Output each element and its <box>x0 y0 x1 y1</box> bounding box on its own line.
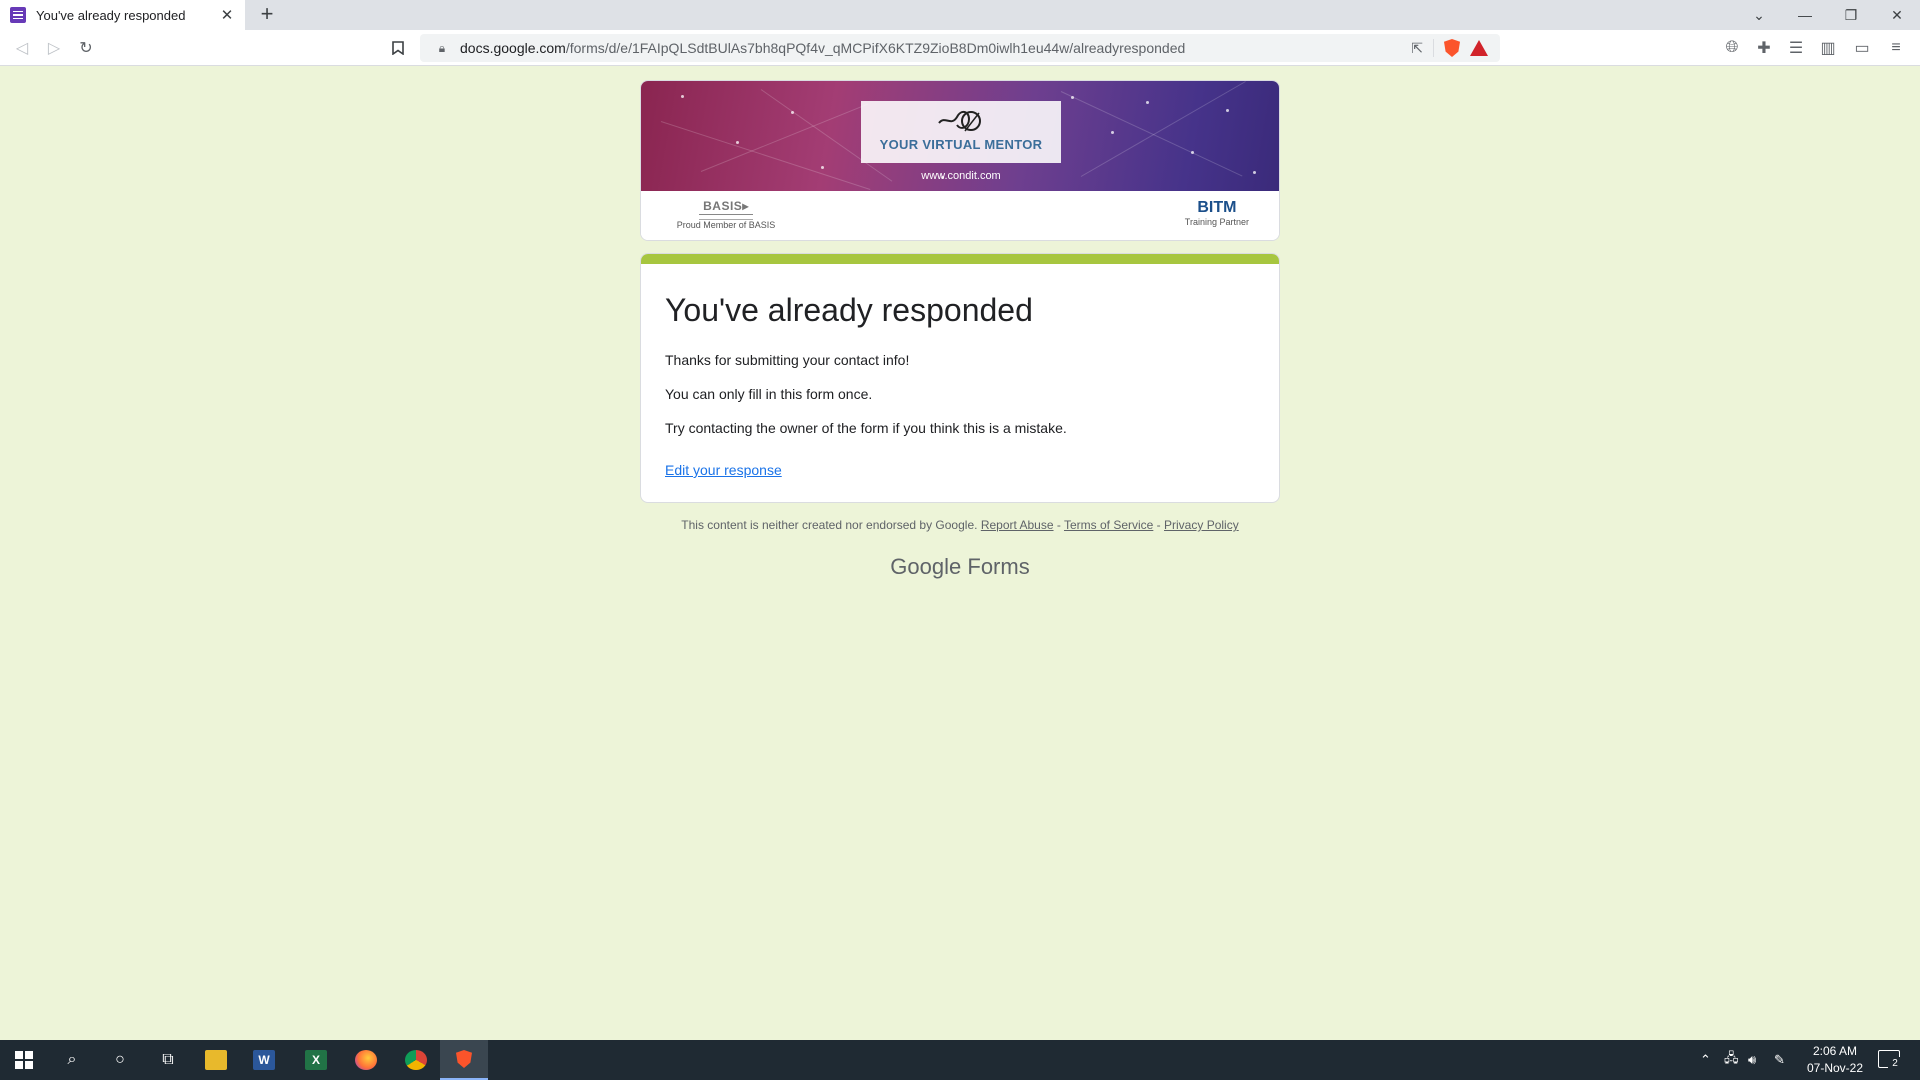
mentor-text: YOUR VIRTUAL MENTOR <box>879 137 1043 152</box>
sidebar-toggle-icon[interactable]: ▥ <box>1816 36 1840 60</box>
page-title: You've already responded <box>665 292 1033 328</box>
basis-logo-text: BASIS <box>703 199 743 213</box>
brave-taskbar-icon[interactable] <box>440 1040 488 1080</box>
tab-search-icon[interactable]: ⌄ <box>1736 0 1782 30</box>
basis-caption: Proud Member of BASIS <box>676 220 776 230</box>
reload-button[interactable]: ↻ <box>74 36 98 60</box>
google-forms-logo[interactable]: Google Forms <box>640 554 1280 580</box>
restore-button[interactable]: ❐ <box>1828 0 1874 30</box>
new-tab-button[interactable]: + <box>255 3 279 27</box>
bitm-caption: Training Partner <box>1184 217 1249 227</box>
mentor-logo-box: YOUR VIRTUAL MENTOR <box>861 101 1061 163</box>
footer-sep: - <box>1153 518 1165 532</box>
forward-button[interactable]: ▷ <box>42 36 66 60</box>
bitm-logo: BITM Training Partner <box>1185 199 1249 227</box>
windows-logo-icon <box>15 1051 33 1069</box>
terms-of-service-link[interactable]: Terms of Service <box>1064 518 1153 532</box>
thanks-message: Thanks for submitting your contact info! <box>665 352 910 368</box>
card-accent-bar <box>641 254 1279 264</box>
brave-shields-icon[interactable] <box>1444 39 1460 57</box>
volume-icon[interactable]: 🔊︎ <box>1748 1040 1756 1080</box>
wallet-icon[interactable]: ▭ <box>1850 36 1874 60</box>
google-forms-favicon-icon <box>10 7 26 23</box>
network-icon[interactable]: 🖧︎ <box>1724 1040 1739 1080</box>
tab-title: You've already responded <box>36 7 186 23</box>
minimize-button[interactable]: — <box>1782 0 1828 30</box>
report-abuse-link[interactable]: Report Abuse <box>981 518 1054 532</box>
excel-icon[interactable]: X <box>292 1040 340 1080</box>
mentor-emblem-icon <box>938 111 981 132</box>
share-icon[interactable]: ⇱ <box>1411 40 1423 57</box>
brave-rewards-icon[interactable] <box>1470 40 1488 56</box>
word-icon[interactable]: W <box>240 1040 288 1080</box>
tab-close-icon[interactable]: ✕ <box>219 6 235 24</box>
basis-logo: BASIS▸ Proud Member of BASIS <box>671 197 781 230</box>
url-path: /forms/d/e/1FAIpQLSdtBUlAs7bh8qPQf4v_qMC… <box>565 40 1186 56</box>
google-wordmark: Google <box>890 554 962 579</box>
edit-response-link[interactable]: Edit your response <box>665 462 782 478</box>
header-banner-image: YOUR VIRTUAL MENTOR www.condit.com <box>641 81 1279 191</box>
footer-sep: - <box>1053 518 1064 532</box>
bookmark-icon[interactable] <box>386 36 410 60</box>
notification-count: 2 <box>1888 1057 1902 1071</box>
menu-hamburger-icon[interactable]: ≡ <box>1884 36 1908 60</box>
extensions-puzzle-icon[interactable]: ✚ <box>1752 36 1776 60</box>
task-view-icon[interactable]: ⧉ <box>144 1040 192 1080</box>
close-window-button[interactable]: ✕ <box>1874 0 1920 30</box>
disclaimer-text: This content is neither created nor endo… <box>681 518 978 532</box>
start-button[interactable] <box>0 1040 48 1080</box>
contact-owner-message: Try contacting the owner of the form if … <box>665 420 1067 436</box>
address-bar[interactable]: 🔒︎ docs.google.com/forms/d/e/1FAIpQLSdtB… <box>420 34 1500 62</box>
cortana-icon[interactable]: ○ <box>96 1040 144 1080</box>
basis-arrow-icon: ▸ <box>742 199 749 213</box>
file-explorer-icon[interactable] <box>192 1040 240 1080</box>
privacy-policy-link[interactable]: Privacy Policy <box>1164 518 1239 532</box>
tab-strip: You've already responded ✕ + ⌄ — ❐ ✕ <box>0 0 1920 30</box>
chrome-icon[interactable] <box>392 1040 440 1080</box>
firefox-icon[interactable] <box>342 1040 390 1080</box>
url-host: docs.google.com <box>460 40 566 56</box>
partner-logos-strip: BASIS▸ Proud Member of BASIS BITM Traini… <box>641 191 1279 240</box>
omnibox-divider <box>1433 39 1434 57</box>
windows-taskbar: ⌕ ○ ⧉ W X ⌃ 🖧︎ 🔊︎ ✎ 2:06 AM 07-Nov-22 2 <box>0 1040 1920 1080</box>
browser-tab-active[interactable]: You've already responded ✕ <box>0 0 245 30</box>
tray-chevron-icon[interactable]: ⌃ <box>1700 1040 1711 1080</box>
lock-icon[interactable]: 🔒︎ <box>432 41 452 56</box>
taskbar-clock[interactable]: 2:06 AM 07-Nov-22 <box>1800 1043 1870 1077</box>
search-icon[interactable]: ⌕ <box>48 1040 96 1080</box>
response-card: You've already responded Thanks for subm… <box>640 253 1280 503</box>
forms-wordmark: Forms <box>967 554 1030 579</box>
browser-toolbar: ◁ ▷ ↻ 🔒︎ docs.google.com/forms/d/e/1FAIp… <box>0 30 1920 66</box>
url-text[interactable]: docs.google.com/forms/d/e/1FAIpQLSdtBUlA… <box>460 40 1411 56</box>
pen-workspace-icon[interactable]: ✎ <box>1774 1040 1785 1080</box>
clock-date: 07-Nov-22 <box>1806 1061 1864 1075</box>
form-header-card: YOUR VIRTUAL MENTOR www.condit.com BASIS… <box>640 80 1280 241</box>
back-button[interactable]: ◁ <box>10 36 34 60</box>
clock-time: 2:06 AM <box>1812 1044 1858 1058</box>
footer-disclaimer: This content is neither created nor endo… <box>640 518 1280 532</box>
bitm-logo-text: BITM <box>1197 199 1237 216</box>
banner-site-url: www.condit.com <box>921 170 1001 182</box>
once-only-message: You can only fill in this form once. <box>665 386 873 402</box>
vpn-globe-icon[interactable]: 🌐︎ <box>1720 36 1744 60</box>
playlist-icon[interactable]: ☰ <box>1784 36 1808 60</box>
